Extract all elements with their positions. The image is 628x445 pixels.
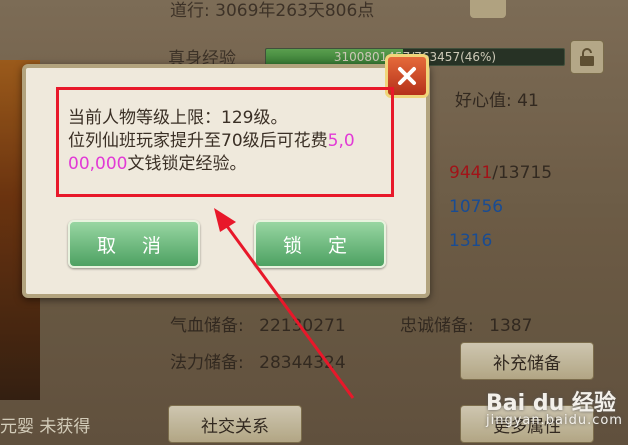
annotation-arrow <box>214 208 355 399</box>
baidu-watermark-logo: Bai du 经验 jingyan.baidu.com <box>486 385 623 428</box>
watermark-url: jingyan.baidu.com <box>486 413 623 428</box>
